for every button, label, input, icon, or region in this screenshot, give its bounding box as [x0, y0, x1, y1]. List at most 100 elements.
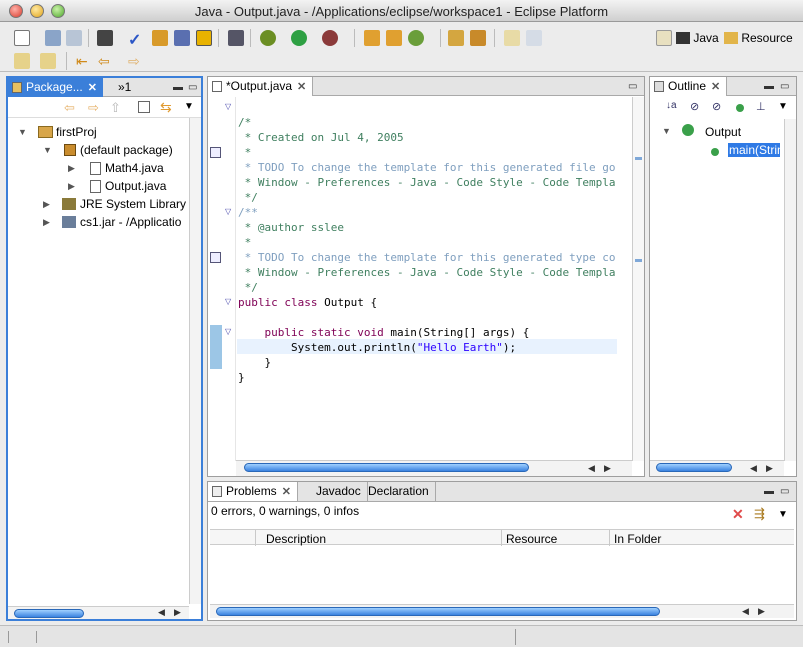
task-marker-icon[interactable]	[210, 252, 221, 263]
maximize-icon[interactable]: ▭	[628, 81, 637, 92]
collapse-triangle-icon[interactable]: ▶	[43, 217, 50, 228]
next-annotation-icon[interactable]	[14, 53, 30, 69]
column-header-resource[interactable]: Resource	[502, 530, 610, 546]
debug-icon[interactable]	[260, 30, 276, 46]
editor-hscroll[interactable]: ◀ ▶	[236, 460, 632, 476]
collapse-triangle-icon[interactable]: ▶	[68, 163, 75, 174]
problems-hscroll[interactable]: ◀ ▶	[210, 604, 794, 618]
maximize-icon[interactable]: ▭	[780, 486, 789, 497]
collapse-triangle-icon[interactable]: ▶	[68, 181, 75, 192]
close-icon[interactable]: ✕	[711, 80, 720, 93]
editor-overview-ruler[interactable]	[632, 97, 644, 461]
new-java-element-icon[interactable]	[408, 30, 424, 46]
toggle-presentation-icon[interactable]	[526, 30, 542, 46]
tab-declaration[interactable]: Declaration	[362, 482, 436, 501]
search-type-icon[interactable]	[196, 30, 212, 46]
maximize-icon[interactable]: ▭	[188, 82, 197, 93]
back-arrow-icon[interactable]: ⇦	[64, 100, 75, 116]
package-explorer-vscroll[interactable]	[189, 118, 201, 604]
up-arrow-icon[interactable]: ⇧	[110, 100, 121, 116]
back-arrow-icon[interactable]: ⇦	[98, 53, 114, 69]
build-icon[interactable]	[152, 30, 168, 46]
delete-icon[interactable]: ✕	[732, 506, 744, 523]
run-external-icon[interactable]	[322, 30, 338, 46]
hide-static-icon[interactable]: ⊘	[712, 100, 721, 113]
hide-local-types-icon[interactable]: ⊥	[756, 100, 766, 113]
expand-triangle-icon[interactable]: ▼	[18, 127, 27, 137]
tree-item-math4[interactable]: Math4.java	[105, 161, 164, 175]
maximize-icon[interactable]: ▭	[780, 81, 789, 92]
scroll-right-icon[interactable]: ▶	[766, 463, 773, 474]
fold-icon[interactable]: ▽	[225, 297, 231, 306]
run-icon[interactable]	[291, 30, 307, 46]
hide-nonpublic-icon[interactable]	[736, 104, 744, 112]
tree-item-cs1-jar[interactable]: cs1.jar - /Applicatio	[80, 215, 190, 229]
link-with-editor-icon[interactable]: ⇆	[160, 99, 172, 116]
collapse-all-icon[interactable]	[138, 101, 150, 113]
outline-hscroll[interactable]: ◀ ▶	[650, 460, 784, 476]
save-icon[interactable]	[45, 30, 61, 46]
perspective-java[interactable]: Java	[676, 31, 719, 45]
scroll-right-icon[interactable]: ▶	[174, 607, 181, 618]
filter-icon[interactable]: ⇶	[754, 506, 765, 522]
scroll-left-icon[interactable]: ◀	[158, 607, 165, 618]
scroll-right-icon[interactable]: ▶	[604, 463, 611, 474]
tab-outline[interactable]: Outline ✕	[650, 77, 728, 96]
view-menu-icon[interactable]: ▼	[778, 509, 788, 520]
previous-annotation-icon[interactable]	[40, 53, 56, 69]
last-edit-icon[interactable]: ⇤	[76, 53, 92, 69]
scroll-left-icon[interactable]: ◀	[742, 606, 749, 617]
close-icon[interactable]: ✕	[282, 485, 291, 498]
close-icon[interactable]: ✕	[88, 81, 97, 94]
column-header-icon[interactable]	[210, 530, 256, 546]
expand-triangle-icon[interactable]: ▼	[662, 126, 671, 136]
tab-javadoc[interactable]: Javadoc	[308, 482, 368, 501]
print-icon[interactable]	[66, 30, 82, 46]
tab-overflow[interactable]: »1	[108, 78, 137, 97]
package-explorer-hscroll[interactable]: ◀ ▶	[8, 606, 189, 619]
collapse-triangle-icon[interactable]: ▶	[43, 199, 50, 210]
overview-marker[interactable]	[635, 157, 642, 160]
minimize-icon[interactable]: ▬	[764, 486, 774, 497]
fold-icon[interactable]: ▽	[225, 102, 231, 111]
view-menu-icon[interactable]: ▼	[778, 101, 788, 112]
forward-arrow-icon[interactable]: ⇨	[88, 100, 99, 116]
tree-item-default-package[interactable]: (default package)	[80, 143, 173, 157]
scroll-left-icon[interactable]: ◀	[750, 463, 757, 474]
outline-item-output[interactable]: Output	[705, 125, 741, 139]
check-icon[interactable]: ✓	[128, 30, 144, 49]
column-header-description[interactable]: Description	[256, 530, 502, 546]
tree-item-jre-library[interactable]: JRE System Library [	[80, 197, 190, 211]
external-tools-icon[interactable]	[228, 30, 244, 46]
overview-marker[interactable]	[635, 259, 642, 262]
tree-item-firstproj[interactable]: firstProj	[56, 125, 97, 139]
sort-icon[interactable]: ↓a	[666, 100, 677, 111]
open-perspective-icon[interactable]	[656, 30, 672, 46]
new-package-icon[interactable]	[364, 30, 380, 46]
outline-vscroll[interactable]	[784, 119, 796, 461]
scroll-thumb[interactable]	[244, 463, 529, 472]
minimize-icon[interactable]: ▬	[173, 82, 183, 93]
fold-icon[interactable]: ▽	[225, 207, 231, 216]
outline-item-main[interactable]: main(Strin	[728, 143, 780, 157]
scroll-thumb[interactable]	[14, 609, 84, 618]
task-marker-icon[interactable]	[210, 147, 221, 158]
minimize-icon[interactable]: ▬	[764, 81, 774, 92]
tab-problems[interactable]: Problems ✕	[208, 482, 298, 501]
expand-triangle-icon[interactable]: ▼	[43, 145, 52, 155]
scroll-right-icon[interactable]: ▶	[758, 606, 765, 617]
open-folder-icon[interactable]	[448, 30, 464, 46]
tree-item-output[interactable]: Output.java	[105, 179, 166, 193]
mark-occurrences-icon[interactable]	[504, 30, 520, 46]
scroll-thumb[interactable]	[656, 463, 732, 472]
debug-run-icon[interactable]	[97, 30, 113, 46]
close-icon[interactable]: ✕	[297, 80, 306, 93]
view-menu-icon[interactable]: ▼	[184, 101, 194, 112]
new-class-icon[interactable]	[386, 30, 402, 46]
tab-output-java[interactable]: *Output.java ✕	[208, 77, 314, 96]
new-wizard-icon[interactable]	[14, 30, 30, 46]
code-area[interactable]: /* * Created on Jul 4, 2005 * * TODO To …	[238, 100, 616, 385]
scroll-left-icon[interactable]: ◀	[588, 463, 595, 474]
column-header-in-folder[interactable]: In Folder	[610, 530, 796, 546]
tab-package-explorer[interactable]: Package... ✕	[8, 78, 103, 97]
